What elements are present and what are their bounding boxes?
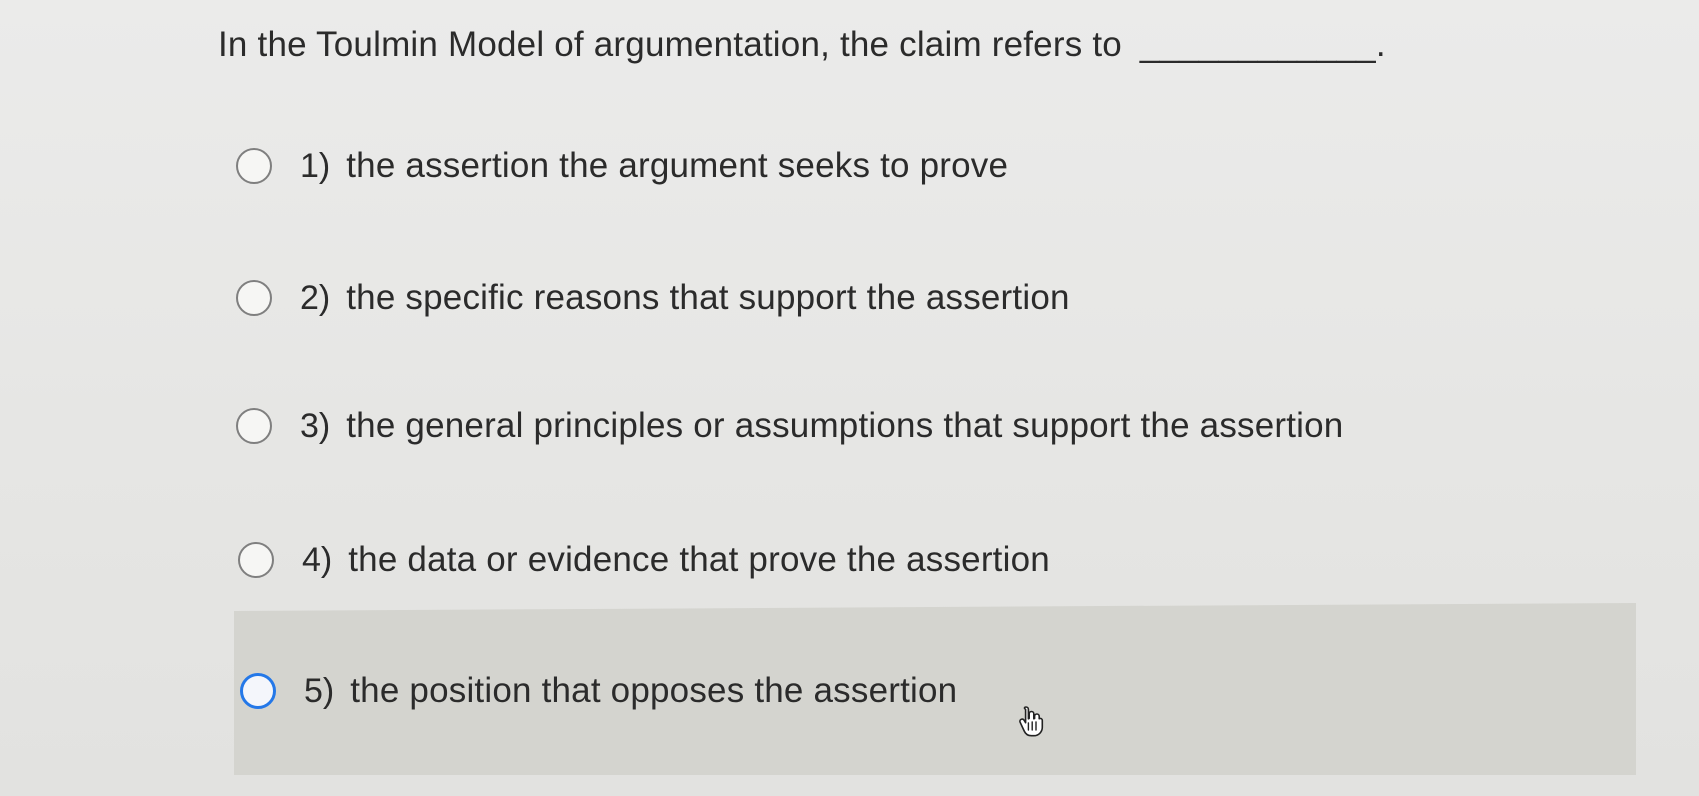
option-3-label: the general principles or assumptions th… <box>346 406 1344 445</box>
option-4-label: the data or evidence that prove the asse… <box>348 540 1050 579</box>
option-2-label: the specific reasons that support the as… <box>346 278 1070 317</box>
option-3-number: 3) <box>300 406 331 445</box>
option-5[interactable]: 5) the position that opposes the asserti… <box>240 667 957 715</box>
radio-button-option-3[interactable] <box>236 408 272 444</box>
option-2[interactable]: 2) the specific reasons that support the… <box>236 274 1070 322</box>
option-2-number: 2) <box>300 278 331 317</box>
quiz-page: In the Toulmin Model of argumentation, t… <box>0 0 1699 796</box>
hand-pointer-icon <box>1019 706 1044 737</box>
option-1-number: 1) <box>300 146 331 185</box>
radio-button-option-5[interactable] <box>240 673 276 709</box>
radio-button-option-4[interactable] <box>238 542 274 578</box>
radio-button-option-2[interactable] <box>236 280 272 316</box>
option-1-label: the assertion the argument seeks to prov… <box>346 146 1009 185</box>
radio-button-option-1[interactable] <box>236 148 272 184</box>
option-5-number: 5) <box>304 671 335 710</box>
option-4-number: 4) <box>302 540 333 579</box>
answer-options: 1) the assertion the argument seeks to p… <box>0 0 1699 796</box>
option-3[interactable]: 3) the general principles or assumptions… <box>236 402 1343 450</box>
option-1[interactable]: 1) the assertion the argument seeks to p… <box>236 142 1008 190</box>
option-4[interactable]: 4) the data or evidence that prove the a… <box>238 536 1050 584</box>
option-5-label: the position that opposes the assertion <box>350 671 958 710</box>
